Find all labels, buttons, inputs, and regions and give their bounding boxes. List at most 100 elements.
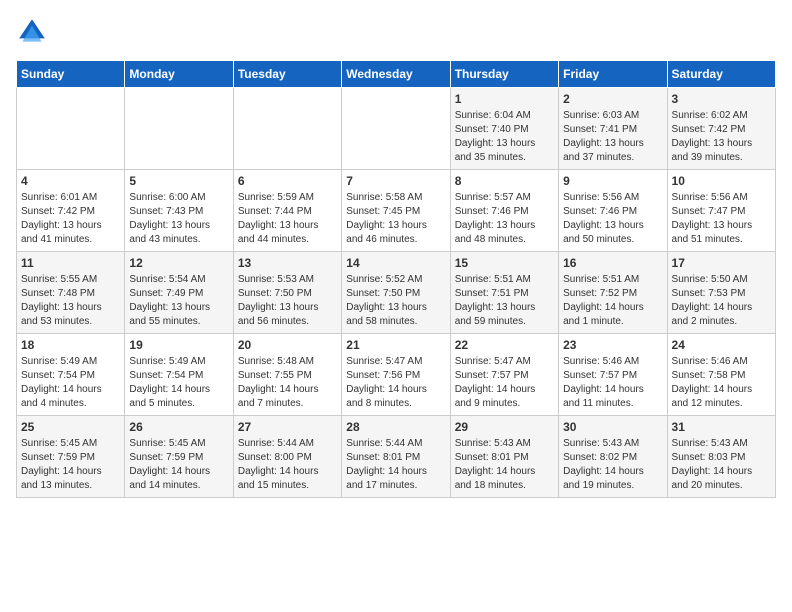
day-detail: Sunrise: 5:51 AM Sunset: 7:52 PM Dayligh… <box>563 273 662 329</box>
day-detail: Sunrise: 5:43 AM Sunset: 8:03 PM Dayligh… <box>672 437 771 493</box>
calendar-week-row: 4 Sunrise: 6:01 AM Sunset: 7:42 PM Daylig… <box>17 170 776 252</box>
day-number: 1 <box>455 92 554 106</box>
weekday-header-row: SundayMondayTuesdayWednesdayThursdayFrid… <box>17 61 776 88</box>
calendar-cell: 30 Sunrise: 5:43 AM Sunset: 8:02 PM Dayli… <box>559 416 667 498</box>
day-detail: Sunrise: 5:55 AM Sunset: 7:48 PM Dayligh… <box>21 273 120 329</box>
day-detail: Sunrise: 5:58 AM Sunset: 7:45 PM Dayligh… <box>346 191 445 247</box>
calendar-cell: 9 Sunrise: 5:56 AM Sunset: 7:46 PM Daylig… <box>559 170 667 252</box>
calendar-cell: 27Sunrise: 5:44 AM Sunset: 8:00 PM Dayli… <box>233 416 341 498</box>
day-detail: Sunrise: 5:56 AM Sunset: 7:47 PM Dayligh… <box>672 191 771 247</box>
calendar-cell: 25 Sunrise: 5:45 AM Sunset: 7:59 PM Dayli… <box>17 416 125 498</box>
weekday-header: Monday <box>125 61 233 88</box>
calendar-cell: 2 Sunrise: 6:03 AM Sunset: 7:41 PM Daylig… <box>559 88 667 170</box>
day-number: 5 <box>129 174 228 188</box>
day-number: 26 <box>129 420 228 434</box>
day-detail: Sunrise: 6:04 AM Sunset: 7:40 PM Dayligh… <box>455 109 554 165</box>
day-number: 7 <box>346 174 445 188</box>
calendar-cell: 6 Sunrise: 5:59 AM Sunset: 7:44 PM Daylig… <box>233 170 341 252</box>
calendar-cell: 18 Sunrise: 5:49 AM Sunset: 7:54 PM Dayli… <box>17 334 125 416</box>
day-number: 12 <box>129 256 228 270</box>
weekday-header: Saturday <box>667 61 775 88</box>
day-number: 6 <box>238 174 337 188</box>
logo-icon <box>16 16 48 48</box>
day-number: 19 <box>129 338 228 352</box>
day-number: 21 <box>346 338 445 352</box>
calendar-cell: 24 Sunrise: 5:46 AM Sunset: 7:58 PM Dayli… <box>667 334 775 416</box>
calendar-week-row: 25 Sunrise: 5:45 AM Sunset: 7:59 PM Dayli… <box>17 416 776 498</box>
day-number: 8 <box>455 174 554 188</box>
day-number: 30 <box>563 420 662 434</box>
calendar-cell: 13 Sunrise: 5:53 AM Sunset: 7:50 PM Dayli… <box>233 252 341 334</box>
day-detail: Sunrise: 5:50 AM Sunset: 7:53 PM Dayligh… <box>672 273 771 329</box>
day-number: 15 <box>455 256 554 270</box>
calendar-cell: 17Sunrise: 5:50 AM Sunset: 7:53 PM Dayli… <box>667 252 775 334</box>
logo <box>16 16 52 48</box>
day-number: 2 <box>563 92 662 106</box>
day-number: 23 <box>563 338 662 352</box>
calendar-cell: 3 Sunrise: 6:02 AM Sunset: 7:42 PM Daylig… <box>667 88 775 170</box>
calendar-cell: 19 Sunrise: 5:49 AM Sunset: 7:54 PM Dayli… <box>125 334 233 416</box>
day-number: 24 <box>672 338 771 352</box>
day-detail: Sunrise: 5:45 AM Sunset: 7:59 PM Dayligh… <box>129 437 228 493</box>
calendar-cell: 11 Sunrise: 5:55 AM Sunset: 7:48 PM Dayli… <box>17 252 125 334</box>
day-detail: Sunrise: 6:02 AM Sunset: 7:42 PM Dayligh… <box>672 109 771 165</box>
day-detail: Sunrise: 5:49 AM Sunset: 7:54 PM Dayligh… <box>129 355 228 411</box>
calendar-cell: 8 Sunrise: 5:57 AM Sunset: 7:46 PM Daylig… <box>450 170 558 252</box>
day-detail: Sunrise: 5:44 AM Sunset: 8:00 PM Dayligh… <box>238 437 337 493</box>
calendar-cell: 10 Sunrise: 5:56 AM Sunset: 7:47 PM Dayli… <box>667 170 775 252</box>
calendar-table: SundayMondayTuesdayWednesdayThursdayFrid… <box>16 60 776 498</box>
day-detail: Sunrise: 5:45 AM Sunset: 7:59 PM Dayligh… <box>21 437 120 493</box>
calendar-week-row: 11 Sunrise: 5:55 AM Sunset: 7:48 PM Dayli… <box>17 252 776 334</box>
day-number: 4 <box>21 174 120 188</box>
calendar-cell: 23Sunrise: 5:46 AM Sunset: 7:57 PM Dayli… <box>559 334 667 416</box>
day-detail: Sunrise: 5:56 AM Sunset: 7:46 PM Dayligh… <box>563 191 662 247</box>
calendar-cell: 20 Sunrise: 5:48 AM Sunset: 7:55 PM Dayli… <box>233 334 341 416</box>
calendar-cell: 4 Sunrise: 6:01 AM Sunset: 7:42 PM Daylig… <box>17 170 125 252</box>
calendar-cell: 1 Sunrise: 6:04 AM Sunset: 7:40 PM Daylig… <box>450 88 558 170</box>
day-detail: Sunrise: 5:53 AM Sunset: 7:50 PM Dayligh… <box>238 273 337 329</box>
calendar-cell: 26 Sunrise: 5:45 AM Sunset: 7:59 PM Dayli… <box>125 416 233 498</box>
day-number: 25 <box>21 420 120 434</box>
day-number: 29 <box>455 420 554 434</box>
day-number: 13 <box>238 256 337 270</box>
weekday-header: Tuesday <box>233 61 341 88</box>
day-detail: Sunrise: 6:00 AM Sunset: 7:43 PM Dayligh… <box>129 191 228 247</box>
weekday-header: Thursday <box>450 61 558 88</box>
weekday-header: Sunday <box>17 61 125 88</box>
day-detail: Sunrise: 5:59 AM Sunset: 7:44 PM Dayligh… <box>238 191 337 247</box>
day-number: 9 <box>563 174 662 188</box>
day-detail: Sunrise: 5:57 AM Sunset: 7:46 PM Dayligh… <box>455 191 554 247</box>
calendar-cell: 14Sunrise: 5:52 AM Sunset: 7:50 PM Dayli… <box>342 252 450 334</box>
calendar-cell: 15 Sunrise: 5:51 AM Sunset: 7:51 PM Dayli… <box>450 252 558 334</box>
calendar-cell <box>17 88 125 170</box>
day-number: 10 <box>672 174 771 188</box>
day-detail: Sunrise: 6:01 AM Sunset: 7:42 PM Dayligh… <box>21 191 120 247</box>
calendar-cell: 5 Sunrise: 6:00 AM Sunset: 7:43 PM Daylig… <box>125 170 233 252</box>
weekday-header: Wednesday <box>342 61 450 88</box>
day-number: 18 <box>21 338 120 352</box>
calendar-cell: 29 Sunrise: 5:43 AM Sunset: 8:01 PM Dayli… <box>450 416 558 498</box>
day-detail: Sunrise: 5:47 AM Sunset: 7:57 PM Dayligh… <box>455 355 554 411</box>
day-detail: Sunrise: 5:48 AM Sunset: 7:55 PM Dayligh… <box>238 355 337 411</box>
calendar-cell <box>233 88 341 170</box>
day-detail: Sunrise: 5:49 AM Sunset: 7:54 PM Dayligh… <box>21 355 120 411</box>
calendar-week-row: 18 Sunrise: 5:49 AM Sunset: 7:54 PM Dayli… <box>17 334 776 416</box>
day-detail: Sunrise: 5:51 AM Sunset: 7:51 PM Dayligh… <box>455 273 554 329</box>
day-number: 3 <box>672 92 771 106</box>
day-detail: Sunrise: 5:47 AM Sunset: 7:56 PM Dayligh… <box>346 355 445 411</box>
day-detail: Sunrise: 5:43 AM Sunset: 8:02 PM Dayligh… <box>563 437 662 493</box>
day-detail: Sunrise: 5:46 AM Sunset: 7:58 PM Dayligh… <box>672 355 771 411</box>
calendar-cell: 31Sunrise: 5:43 AM Sunset: 8:03 PM Dayli… <box>667 416 775 498</box>
day-number: 20 <box>238 338 337 352</box>
calendar-cell: 21 Sunrise: 5:47 AM Sunset: 7:56 PM Dayli… <box>342 334 450 416</box>
day-number: 14 <box>346 256 445 270</box>
calendar-cell <box>125 88 233 170</box>
day-number: 28 <box>346 420 445 434</box>
day-number: 11 <box>21 256 120 270</box>
day-detail: Sunrise: 5:43 AM Sunset: 8:01 PM Dayligh… <box>455 437 554 493</box>
calendar-cell: 12Sunrise: 5:54 AM Sunset: 7:49 PM Dayli… <box>125 252 233 334</box>
day-number: 22 <box>455 338 554 352</box>
day-number: 16 <box>563 256 662 270</box>
day-detail: Sunrise: 6:03 AM Sunset: 7:41 PM Dayligh… <box>563 109 662 165</box>
calendar-week-row: 1 Sunrise: 6:04 AM Sunset: 7:40 PM Daylig… <box>17 88 776 170</box>
